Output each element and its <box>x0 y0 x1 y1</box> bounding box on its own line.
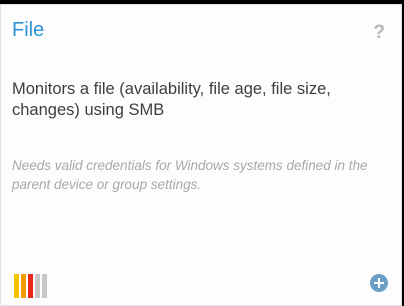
performance-impact-icon <box>14 274 52 298</box>
impact-bar <box>42 274 47 298</box>
help-icon[interactable]: ? <box>373 23 385 42</box>
impact-bar <box>35 274 40 298</box>
add-sensor-button[interactable] <box>370 274 388 292</box>
card-description: Monitors a file (availability, file age,… <box>12 80 331 119</box>
impact-bar <box>21 274 26 298</box>
card-title: File <box>12 19 45 41</box>
sensor-card[interactable]: File ? Monitors a file (availability, fi… <box>0 4 402 306</box>
card-note: Needs valid credentials for Windows syst… <box>12 158 368 192</box>
impact-bar <box>14 274 19 298</box>
impact-bar <box>28 274 33 298</box>
